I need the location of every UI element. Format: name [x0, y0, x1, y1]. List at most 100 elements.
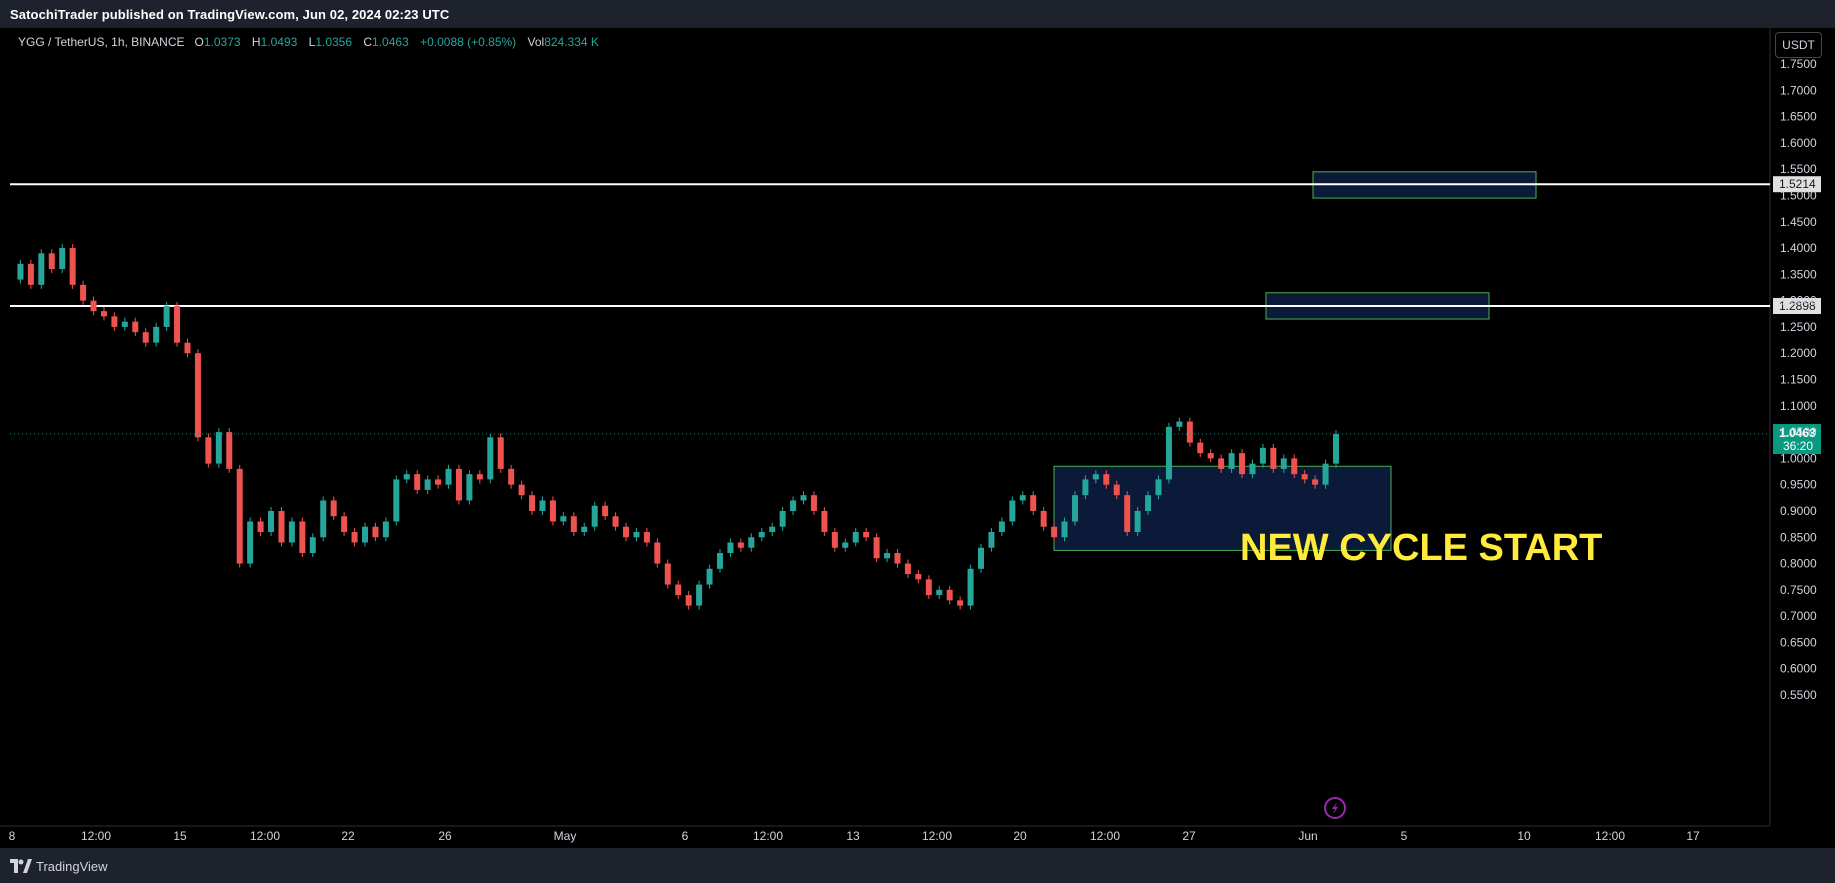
- candle-body[interactable]: [226, 432, 233, 469]
- candle-body[interactable]: [48, 253, 55, 270]
- candle-body[interactable]: [1030, 495, 1037, 511]
- candle-body[interactable]: [80, 284, 87, 301]
- candle-body[interactable]: [1228, 453, 1235, 469]
- candle-body[interactable]: [758, 531, 765, 538]
- candle-body[interactable]: [591, 505, 598, 527]
- candle-body[interactable]: [706, 568, 713, 585]
- candle-body[interactable]: [1051, 526, 1058, 538]
- candle-body[interactable]: [1176, 421, 1183, 427]
- candle-body[interactable]: [643, 531, 650, 543]
- candle-body[interactable]: [1145, 495, 1152, 511]
- candle-body[interactable]: [1197, 442, 1204, 454]
- candle-body[interactable]: [988, 531, 995, 548]
- candle-body[interactable]: [497, 437, 504, 469]
- candle-body[interactable]: [278, 510, 285, 543]
- candle-body[interactable]: [810, 495, 817, 511]
- candle-body[interactable]: [341, 516, 348, 532]
- candle-body[interactable]: [1082, 479, 1089, 496]
- candle-body[interactable]: [800, 495, 807, 501]
- candle-body[interactable]: [685, 595, 692, 606]
- candle-body[interactable]: [623, 526, 630, 538]
- candle-body[interactable]: [27, 263, 34, 285]
- candle-body[interactable]: [1259, 447, 1266, 464]
- candle-body[interactable]: [372, 526, 379, 538]
- candle-body[interactable]: [69, 248, 76, 285]
- candle-body[interactable]: [1061, 521, 1068, 538]
- candle-body[interactable]: [309, 537, 316, 554]
- candle-body[interactable]: [612, 516, 619, 527]
- candle-body[interactable]: [1218, 458, 1225, 469]
- candle-body[interactable]: [1291, 458, 1298, 475]
- candle-body[interactable]: [17, 263, 24, 280]
- candle-body[interactable]: [111, 316, 118, 327]
- candle-body[interactable]: [1249, 463, 1256, 475]
- currency-button[interactable]: USDT: [1775, 32, 1822, 58]
- candle-body[interactable]: [1134, 510, 1141, 532]
- candle-body[interactable]: [174, 305, 181, 343]
- candle-body[interactable]: [1322, 463, 1329, 485]
- candle-body[interactable]: [403, 474, 410, 480]
- candle-body[interactable]: [1124, 495, 1131, 532]
- candle-body[interactable]: [769, 526, 776, 532]
- candle-body[interactable]: [716, 553, 723, 569]
- candle-body[interactable]: [570, 516, 577, 532]
- candle-body[interactable]: [361, 526, 368, 543]
- candle-body[interactable]: [445, 468, 452, 485]
- candle-body[interactable]: [1301, 474, 1308, 480]
- candle-body[interactable]: [424, 479, 431, 490]
- candle-body[interactable]: [1040, 510, 1047, 527]
- candle-body[interactable]: [1092, 474, 1099, 480]
- candle-body[interactable]: [904, 563, 911, 575]
- candle-body[interactable]: [842, 542, 849, 548]
- candle-body[interactable]: [748, 537, 755, 548]
- candle-body[interactable]: [1207, 453, 1214, 459]
- candle-body[interactable]: [1186, 421, 1193, 443]
- symbol-name[interactable]: YGG / TetherUS, 1h, BINANCE: [18, 35, 185, 49]
- candle-body[interactable]: [121, 321, 128, 327]
- candle-body[interactable]: [1155, 479, 1162, 496]
- candle-body[interactable]: [205, 437, 212, 464]
- candle-body[interactable]: [132, 321, 139, 333]
- candle-body[interactable]: [664, 563, 671, 585]
- candle-body[interactable]: [351, 531, 358, 543]
- candle-body[interactable]: [508, 468, 515, 485]
- candle-body[interactable]: [675, 584, 682, 596]
- candle-body[interactable]: [633, 531, 640, 538]
- candle-body[interactable]: [998, 521, 1005, 532]
- candle-body[interactable]: [142, 332, 149, 343]
- candle-body[interactable]: [560, 516, 567, 522]
- candle-body[interactable]: [414, 474, 421, 490]
- candle-body[interactable]: [194, 353, 201, 438]
- candle-body[interactable]: [1333, 434, 1339, 464]
- candle-body[interactable]: [268, 510, 275, 532]
- candle-body[interactable]: [1009, 500, 1016, 522]
- tradingview-logo[interactable]: TradingView: [10, 858, 108, 874]
- candle-body[interactable]: [727, 542, 734, 554]
- candle-body[interactable]: [393, 479, 400, 522]
- candle-body[interactable]: [1270, 447, 1277, 469]
- candle-body[interactable]: [539, 500, 546, 511]
- candle-body[interactable]: [873, 537, 880, 559]
- candle-body[interactable]: [236, 468, 243, 564]
- candle-body[interactable]: [779, 510, 786, 527]
- candle-body[interactable]: [821, 510, 828, 532]
- candle-body[interactable]: [957, 600, 964, 606]
- candle-body[interactable]: [863, 531, 870, 538]
- candle-body[interactable]: [1165, 426, 1172, 480]
- candle-body[interactable]: [790, 500, 797, 511]
- candle-body[interactable]: [38, 253, 45, 285]
- candle-body[interactable]: [978, 547, 985, 569]
- candle-body[interactable]: [1239, 453, 1246, 475]
- candle-body[interactable]: [100, 311, 107, 317]
- candle-body[interactable]: [894, 553, 901, 564]
- candle-body[interactable]: [153, 326, 160, 343]
- candle-body[interactable]: [1312, 479, 1319, 485]
- candle-body[interactable]: [529, 495, 536, 511]
- candle-body[interactable]: [476, 474, 483, 480]
- candle-body[interactable]: [435, 479, 442, 485]
- chart-area[interactable]: 1.5214 1.2898 1.0463 36:20 1.7500 1.7000 1.6…: [0, 28, 1835, 848]
- candle-body[interactable]: [884, 553, 891, 559]
- candle-body[interactable]: [967, 568, 974, 606]
- candle-body[interactable]: [1071, 495, 1078, 522]
- candle-body[interactable]: [1280, 458, 1287, 469]
